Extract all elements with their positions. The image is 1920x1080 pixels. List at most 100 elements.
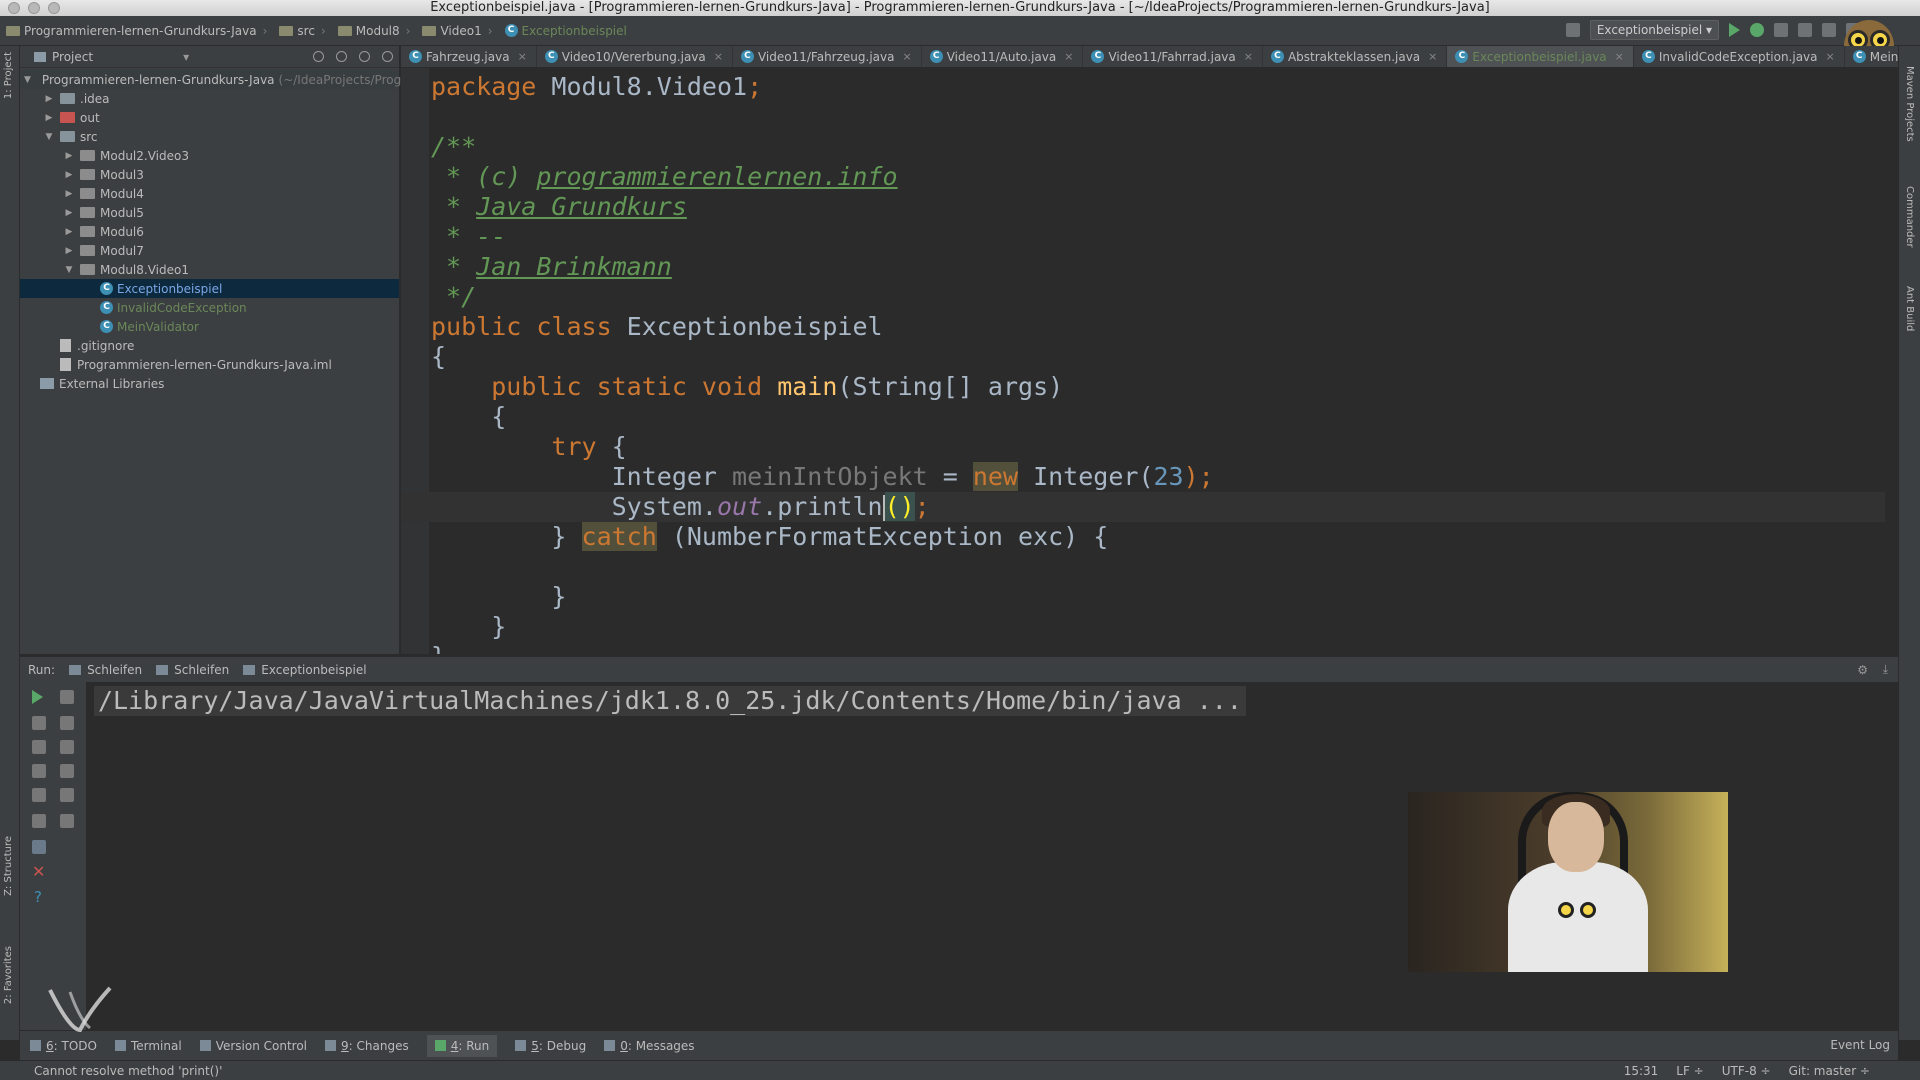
- tree-item[interactable]: ▶ out: [20, 108, 399, 127]
- tree-item[interactable]: C Exceptionbeispiel: [20, 279, 399, 298]
- editor-tab[interactable]: C Video11/Auto.java ×: [922, 46, 1084, 67]
- tree-item[interactable]: ▶ Modul6: [20, 222, 399, 241]
- bottom-tool-tab[interactable]: Terminal: [114, 1039, 182, 1053]
- bottom-tool-tab[interactable]: Version Control: [199, 1039, 307, 1053]
- run-configuration-select[interactable]: Exceptionbeispiel ▾: [1589, 20, 1719, 40]
- hide-panel-icon[interactable]: [382, 51, 393, 62]
- vcs-update-icon[interactable]: [1798, 23, 1812, 37]
- expand-arrow-icon[interactable]: ▼: [64, 265, 74, 275]
- tree-item[interactable]: ▼ Modul8.Video1: [20, 260, 399, 279]
- close-tab-icon[interactable]: ×: [518, 50, 527, 63]
- project-view-select[interactable]: Project: [52, 50, 93, 64]
- breadcrumb-src[interactable]: src ›: [273, 24, 331, 38]
- pin-icon[interactable]: [32, 840, 46, 854]
- coverage-icon[interactable]: [1774, 23, 1788, 37]
- editor-tab[interactable]: C Abstrakteklassen.java ×: [1263, 46, 1448, 67]
- editor-gutter[interactable]: [401, 68, 429, 654]
- rerun-icon[interactable]: [32, 690, 43, 704]
- build-icon[interactable]: [1565, 23, 1580, 37]
- close-window-button[interactable]: [8, 2, 20, 14]
- tree-item[interactable]: ▼ src: [20, 127, 399, 146]
- vcs-branch[interactable]: Git: master ÷: [1789, 1064, 1870, 1078]
- tree-item[interactable]: C InvalidCodeException: [20, 298, 399, 317]
- bottom-tool-tab[interactable]: 9: Changes: [325, 1039, 409, 1053]
- expand-arrow-icon[interactable]: ▶: [64, 227, 74, 237]
- hide-run-panel-icon[interactable]: ⤓: [1883, 662, 1888, 677]
- print-icon[interactable]: [60, 788, 74, 802]
- scroll-from-source-icon[interactable]: [313, 51, 324, 62]
- event-log-tab[interactable]: Event Log: [1830, 1038, 1890, 1052]
- run-tab-exceptionbeispiel[interactable]: Exceptionbeispiel: [243, 663, 367, 677]
- code-editor[interactable]: package Modul8.Video1; /** * (c) program…: [401, 68, 1885, 654]
- expand-arrow-icon[interactable]: ▶: [64, 151, 74, 161]
- scroll-to-end-icon[interactable]: [60, 764, 74, 778]
- tree-item[interactable]: ▶ Modul7: [20, 241, 399, 260]
- console-output[interactable]: /Library/Java/JavaVirtualMachines/jdk1.8…: [94, 686, 1246, 716]
- editor-tab[interactable]: C Video11/Fahrrad.java ×: [1083, 46, 1263, 67]
- ant-build-tool-tab[interactable]: Ant Build: [1904, 286, 1915, 331]
- bottom-tool-tab[interactable]: 6: TODO: [30, 1039, 97, 1053]
- expand-arrow-icon[interactable]: ▶: [64, 170, 74, 180]
- editor-tab[interactable]: C Video11/Fahrzeug.java ×: [733, 46, 922, 67]
- run-icon[interactable]: [1729, 23, 1740, 37]
- expand-arrow-icon[interactable]: ▶: [44, 94, 54, 104]
- expand-arrow-icon[interactable]: ▶: [64, 189, 74, 199]
- stop-icon[interactable]: [32, 716, 46, 730]
- tree-item[interactable]: ▶ Modul4: [20, 184, 399, 203]
- exit-icon[interactable]: [32, 788, 46, 802]
- favorites-tool-tab[interactable]: 2: Favorites: [3, 946, 14, 1004]
- maven-tool-tab[interactable]: Maven Projects: [1904, 66, 1915, 142]
- expand-arrow-icon[interactable]: ▼: [24, 75, 31, 85]
- editor-tab[interactable]: CMeinValidator.java×: [1845, 46, 1898, 67]
- editor-tab[interactable]: C Video10/Vererbung.java ×: [537, 46, 733, 67]
- tree-item[interactable]: ▶ Modul3: [20, 165, 399, 184]
- line-separator[interactable]: LF ÷: [1676, 1064, 1703, 1078]
- bottom-tool-tab[interactable]: 0: Messages: [604, 1039, 695, 1053]
- expand-arrow-icon[interactable]: ▶: [64, 246, 74, 256]
- settings-icon[interactable]: [359, 51, 370, 62]
- layout-icon[interactable]: [32, 814, 46, 828]
- tree-item[interactable]: Programmieren-lernen-Grundkurs-Java.iml: [20, 355, 399, 374]
- close-tab-icon[interactable]: ×: [1428, 50, 1437, 63]
- up-arrow-icon[interactable]: [60, 690, 74, 704]
- editor-tab[interactable]: C Fahrzeug.java ×: [401, 46, 537, 67]
- tree-item[interactable]: ▶ Modul2.Video3: [20, 146, 399, 165]
- minimize-window-button[interactable]: [28, 2, 40, 14]
- commander-tool-tab[interactable]: Commander: [1904, 186, 1915, 248]
- file-encoding[interactable]: UTF-8 ÷: [1722, 1064, 1771, 1078]
- code-content[interactable]: package Modul8.Video1; /** * (c) program…: [431, 72, 1214, 654]
- maximize-window-button[interactable]: [48, 2, 60, 14]
- editor-tab[interactable]: C InvalidCodeException.java ×: [1634, 46, 1845, 67]
- close-tab-icon[interactable]: ×: [1244, 50, 1253, 63]
- close-tab-icon[interactable]: ×: [1615, 50, 1624, 63]
- soft-wrap-icon[interactable]: [60, 740, 74, 754]
- help-icon[interactable]: ?: [34, 888, 42, 906]
- dump-threads-icon[interactable]: [32, 764, 46, 778]
- close-tab-icon[interactable]: ×: [1064, 50, 1073, 63]
- pause-icon[interactable]: [32, 740, 46, 754]
- bottom-tool-tab[interactable]: 5: Debug: [515, 1039, 586, 1053]
- tree-item[interactable]: C MeinValidator: [20, 317, 399, 336]
- project-tool-tab[interactable]: 1: Project: [3, 52, 14, 99]
- run-settings-icon[interactable]: ⚙: [1857, 663, 1868, 677]
- expand-arrow-icon[interactable]: ▼: [44, 132, 54, 142]
- tree-root[interactable]: ▼ Programmieren-lernen-Grundkurs-Java (~…: [20, 70, 406, 89]
- vcs-commit-icon[interactable]: [1822, 23, 1836, 37]
- tree-item[interactable]: .gitignore: [20, 336, 399, 355]
- run-tab-schleifen-1[interactable]: Schleifen: [69, 663, 142, 677]
- breadcrumb-project[interactable]: Programmieren-lernen-Grundkurs-Java ›: [0, 24, 273, 38]
- close-tab-icon[interactable]: ×: [1826, 50, 1835, 63]
- expand-arrow-icon[interactable]: ▶: [64, 208, 74, 218]
- breadcrumb-class[interactable]: C Exceptionbeispiel: [499, 24, 633, 38]
- expand-arrow-icon[interactable]: ▶: [44, 113, 54, 123]
- close-tab-icon[interactable]: ×: [714, 50, 723, 63]
- breadcrumb-modul8[interactable]: Modul8 ›: [332, 24, 417, 38]
- close-tab-icon[interactable]: ×: [902, 50, 911, 63]
- collapse-all-icon[interactable]: [336, 51, 347, 62]
- close-icon[interactable]: ✕: [32, 862, 45, 881]
- clear-all-icon[interactable]: [60, 814, 74, 828]
- tree-item[interactable]: ▶ Modul5: [20, 203, 399, 222]
- caret-position[interactable]: 15:31: [1624, 1064, 1659, 1078]
- debug-icon[interactable]: [1750, 23, 1764, 37]
- run-tab-schleifen-2[interactable]: Schleifen: [156, 663, 229, 677]
